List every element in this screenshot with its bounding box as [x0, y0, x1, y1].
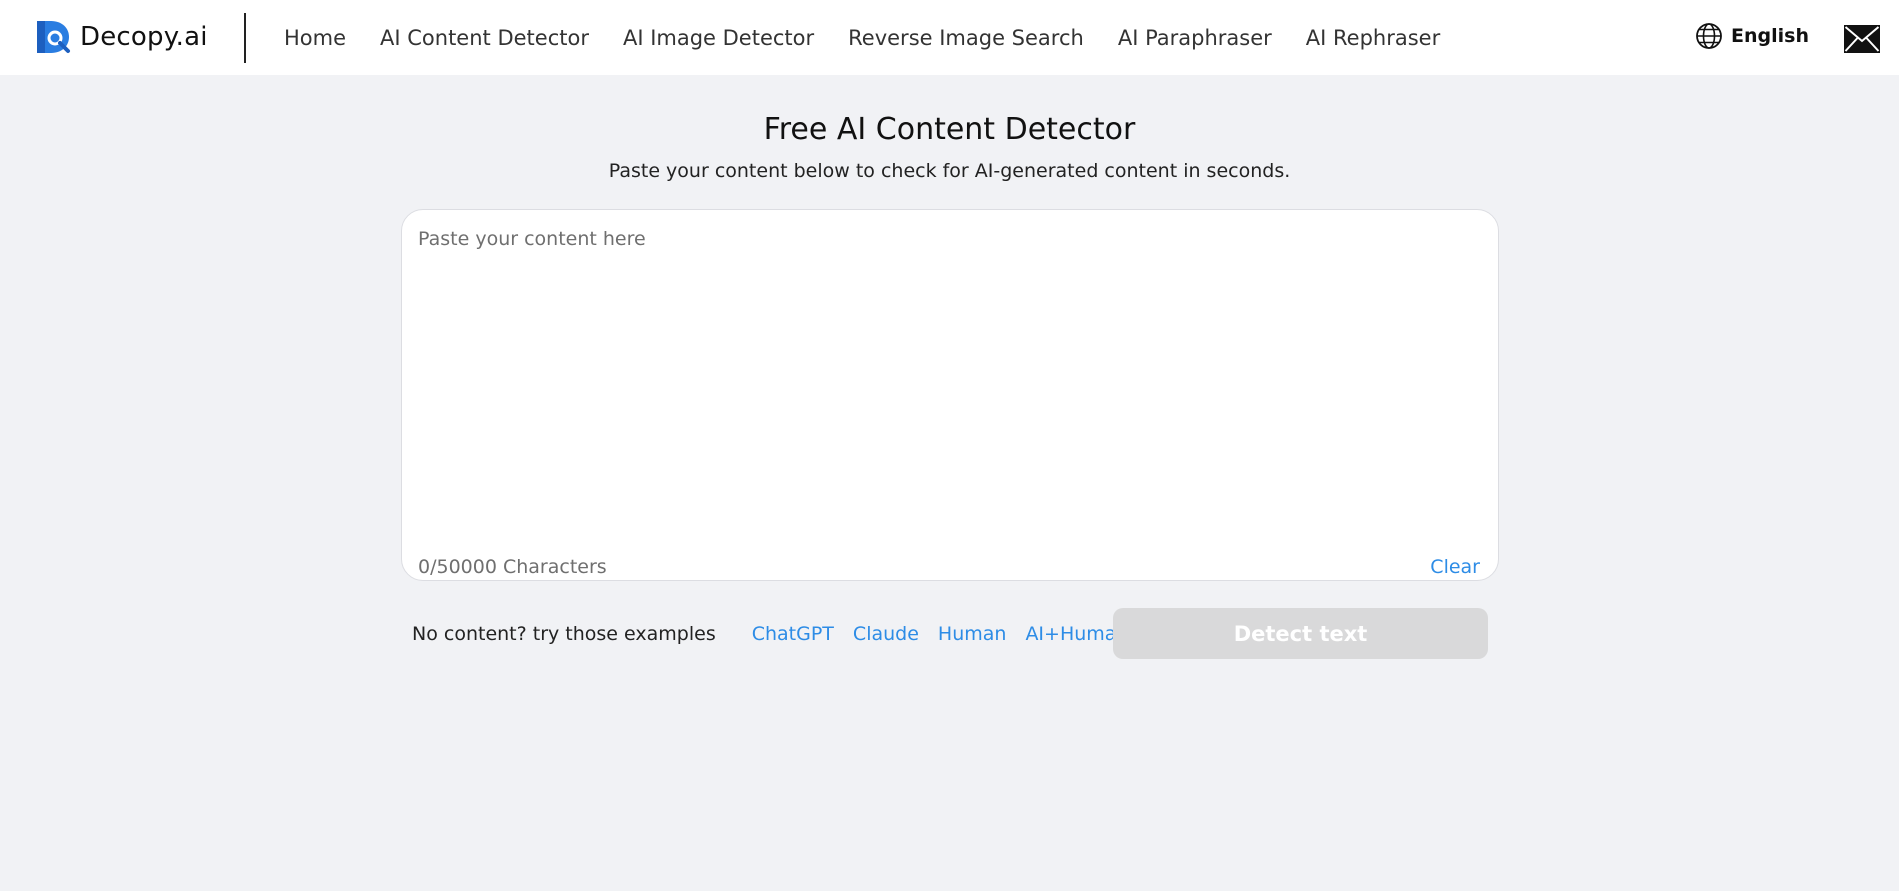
brand-name: Decopy.ai [80, 22, 208, 52]
mail-icon[interactable] [1843, 24, 1881, 54]
decopy-logo-icon [37, 21, 70, 53]
page-subtitle: Paste your content below to check for AI… [608, 160, 1291, 182]
character-count: 0/50000 Characters [418, 556, 607, 578]
language-selector[interactable]: English [1695, 22, 1809, 50]
nav-ai-image-detector[interactable]: AI Image Detector [623, 26, 814, 50]
example-chatgpt-link[interactable]: ChatGPT [752, 623, 834, 645]
example-human-link[interactable]: Human [938, 623, 1007, 645]
main-nav: Home AI Content Detector AI Image Detect… [284, 0, 1440, 75]
content-input[interactable] [418, 228, 1478, 548]
examples-row: No content? try those examples ChatGPT C… [412, 623, 1147, 645]
clear-button[interactable]: Clear [1430, 556, 1480, 578]
brand-divider [244, 13, 246, 63]
top-navigation-bar: Decopy.ai Home AI Content Detector AI Im… [0, 0, 1899, 75]
detect-text-button[interactable]: Detect text [1113, 608, 1488, 659]
nav-ai-rephraser[interactable]: AI Rephraser [1306, 26, 1440, 50]
nav-ai-content-detector[interactable]: AI Content Detector [380, 26, 589, 50]
page-title: Free AI Content Detector [763, 112, 1136, 147]
example-claude-link[interactable]: Claude [853, 623, 919, 645]
nav-ai-paraphraser[interactable]: AI Paraphraser [1118, 26, 1272, 50]
nav-reverse-image-search[interactable]: Reverse Image Search [848, 26, 1084, 50]
language-label: English [1731, 25, 1809, 47]
examples-label: No content? try those examples [412, 623, 716, 645]
content-editor: 0/50000 Characters Clear [401, 209, 1499, 581]
globe-icon [1696, 23, 1722, 49]
brand-logo-link[interactable]: Decopy.ai [34, 18, 208, 56]
nav-home[interactable]: Home [284, 26, 346, 50]
